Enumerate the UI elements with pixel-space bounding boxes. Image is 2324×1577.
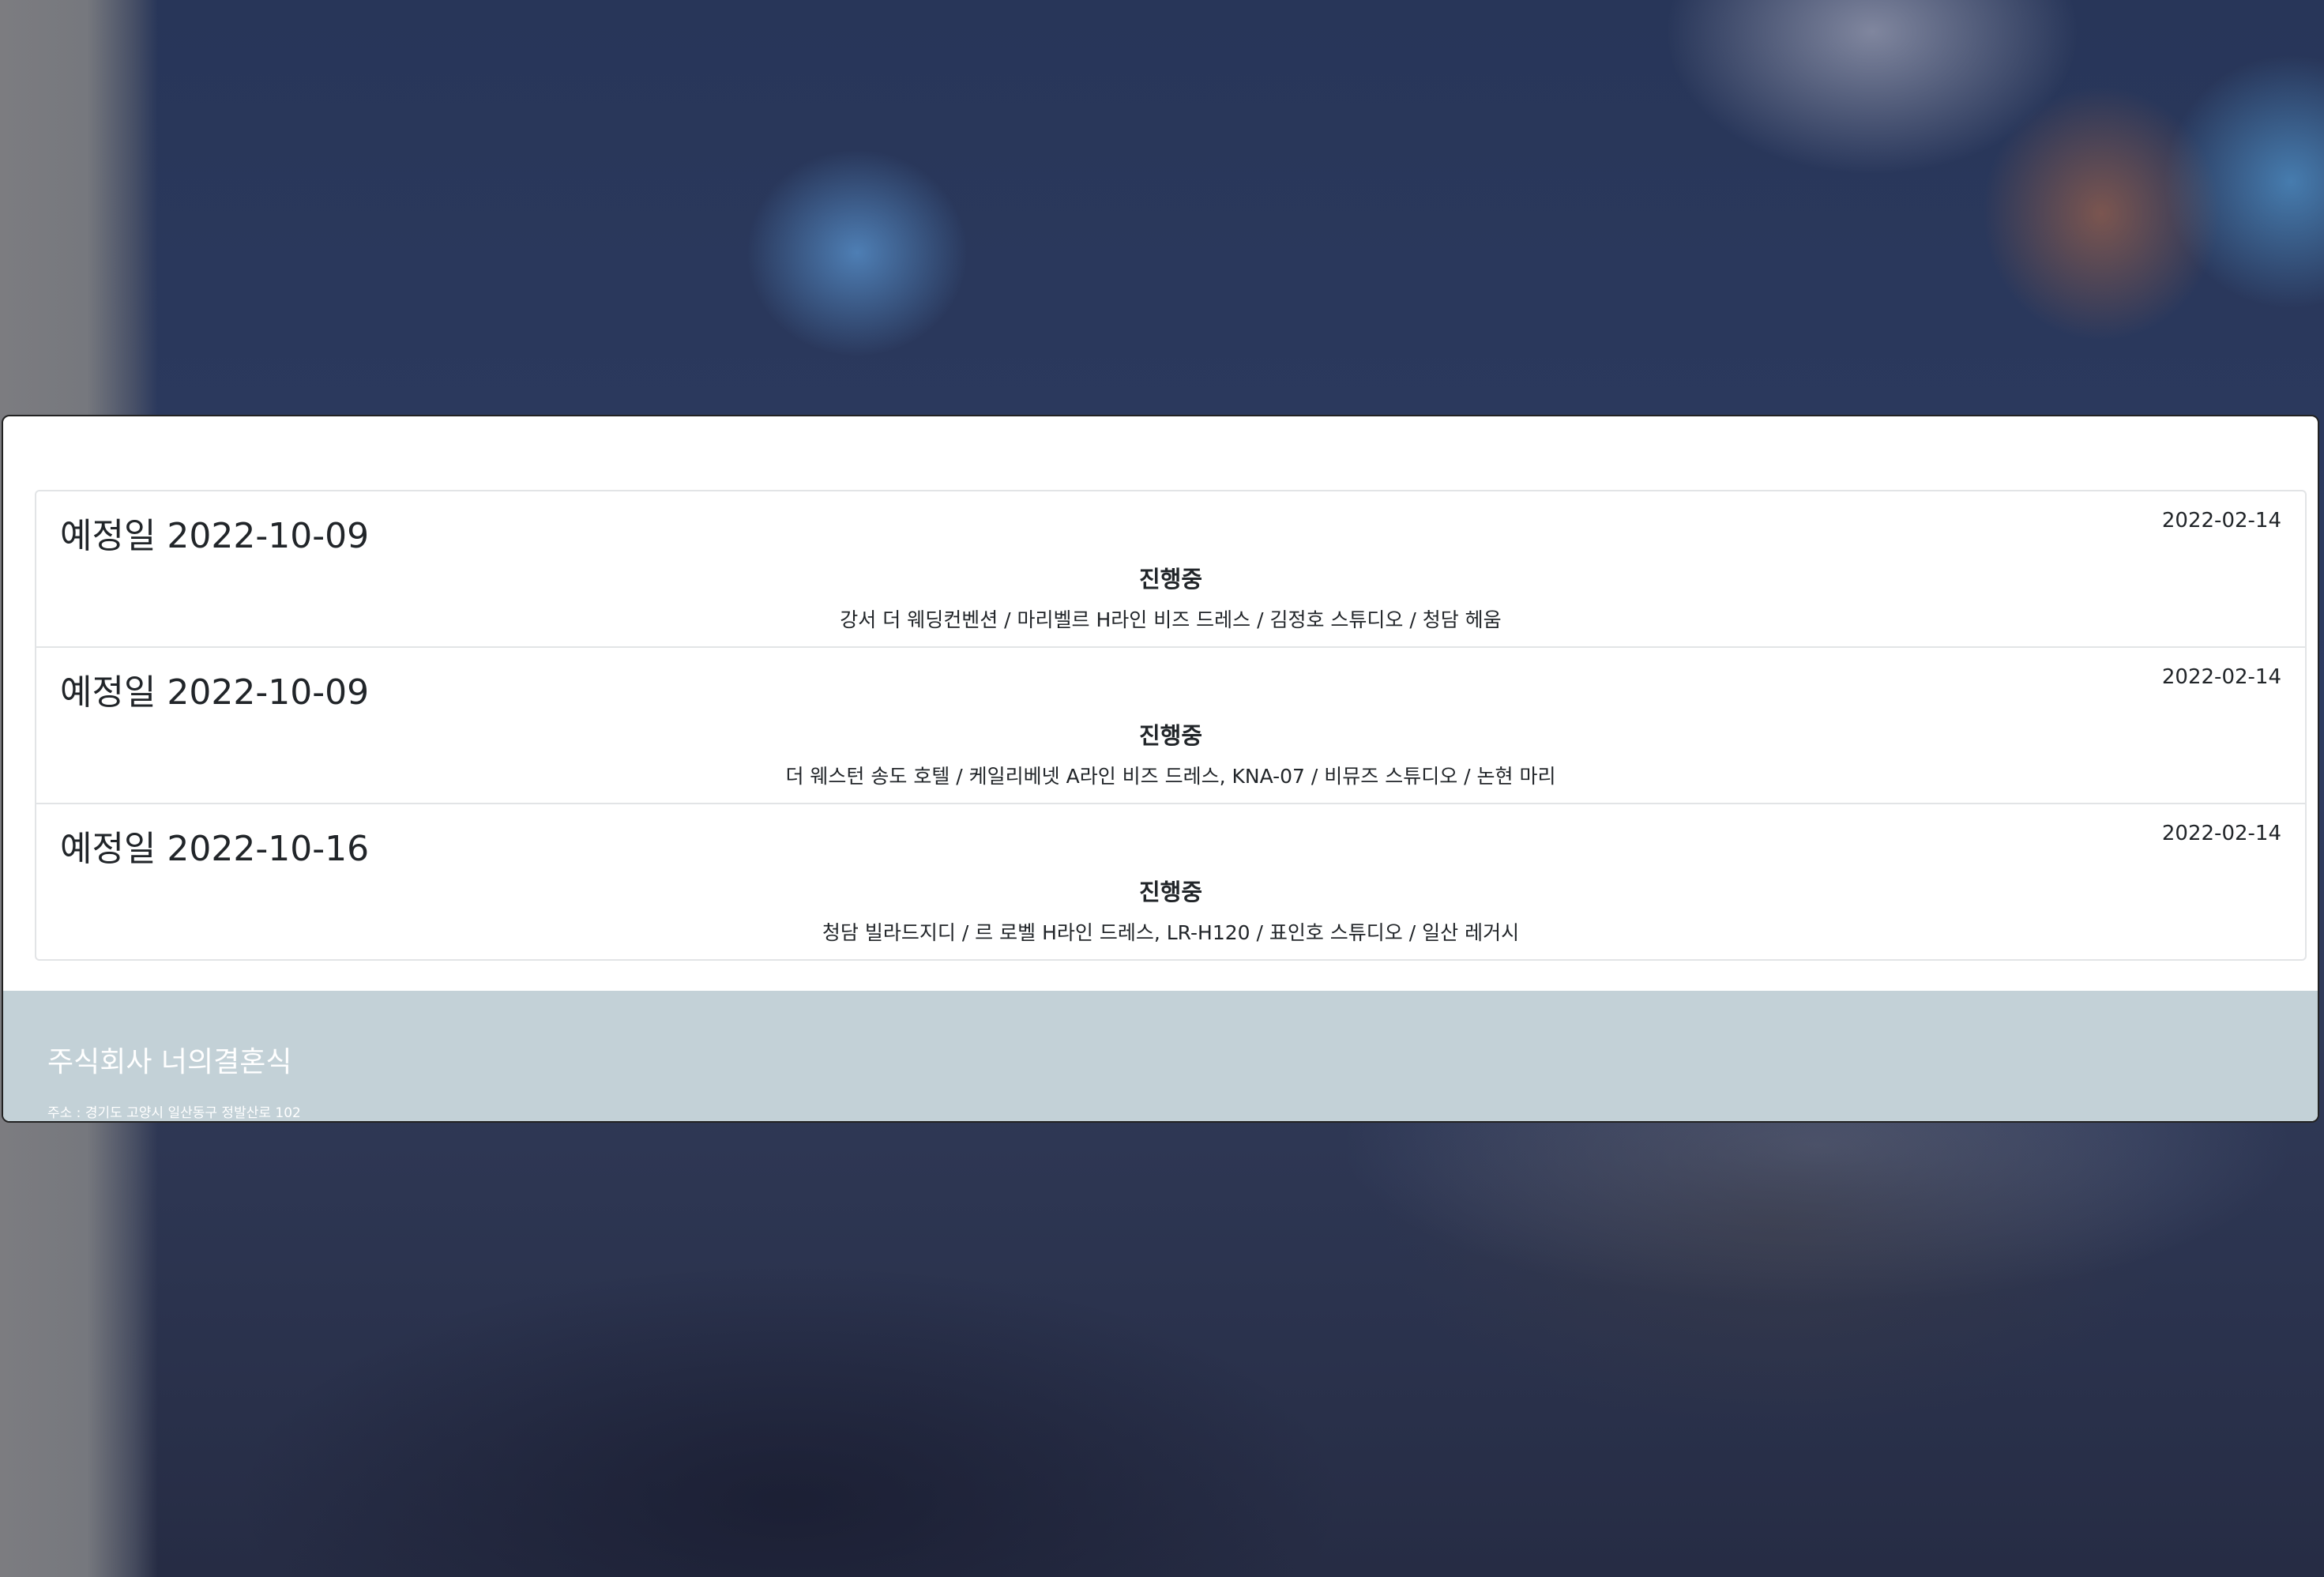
footer-address: 주소 : 경기도 고양시 일산동구 정발산로 102	[47, 1105, 301, 1121]
reservation-title: 예정일 2022-10-09	[60, 672, 370, 713]
reservation-status: 진행중	[1138, 566, 1203, 593]
reservation-details: 청담 빌라드지디 / 르 로벨 H라인 드레스, LR-H120 / 표인호 스…	[822, 921, 1520, 944]
app-window: 예정일 2022-10-09 2022-02-14 진행중 강서 더 웨딩컨벤션…	[2, 415, 2319, 1123]
reservation-title: 예정일 2022-10-09	[60, 516, 370, 556]
reservation-item[interactable]: 예정일 2022-10-16 2022-02-14 진행중 청담 빌라드지디 /…	[36, 804, 2305, 959]
reservation-created-date: 2022-02-14	[2161, 509, 2281, 533]
reservation-title: 예정일 2022-10-16	[60, 829, 370, 869]
reservation-created-date: 2022-02-14	[2161, 665, 2281, 689]
reservation-item[interactable]: 예정일 2022-10-09 2022-02-14 진행중 더 웨스턴 송도 호…	[36, 648, 2305, 804]
reservation-list: 예정일 2022-10-09 2022-02-14 진행중 강서 더 웨딩컨벤션…	[35, 490, 2307, 961]
reservation-created-date: 2022-02-14	[2161, 822, 2281, 845]
footer-company-name: 주식회사 너의결혼식	[47, 1046, 292, 1078]
reservation-status: 진행중	[1138, 722, 1203, 749]
site-footer: 주식회사 너의결혼식 주소 : 경기도 고양시 일산동구 정발산로 102	[3, 991, 2318, 1121]
reservation-item[interactable]: 예정일 2022-10-09 2022-02-14 진행중 강서 더 웨딩컨벤션…	[36, 491, 2305, 648]
reservation-status: 진행중	[1138, 879, 1203, 905]
reservation-details: 더 웨스턴 송도 호텔 / 케일리베넷 A라인 비즈 드레스, KNA-07 /…	[785, 765, 1556, 788]
reservation-details: 강서 더 웨딩컨벤션 / 마리벨르 H라인 비즈 드레스 / 김정호 스튜디오 …	[840, 608, 1502, 631]
